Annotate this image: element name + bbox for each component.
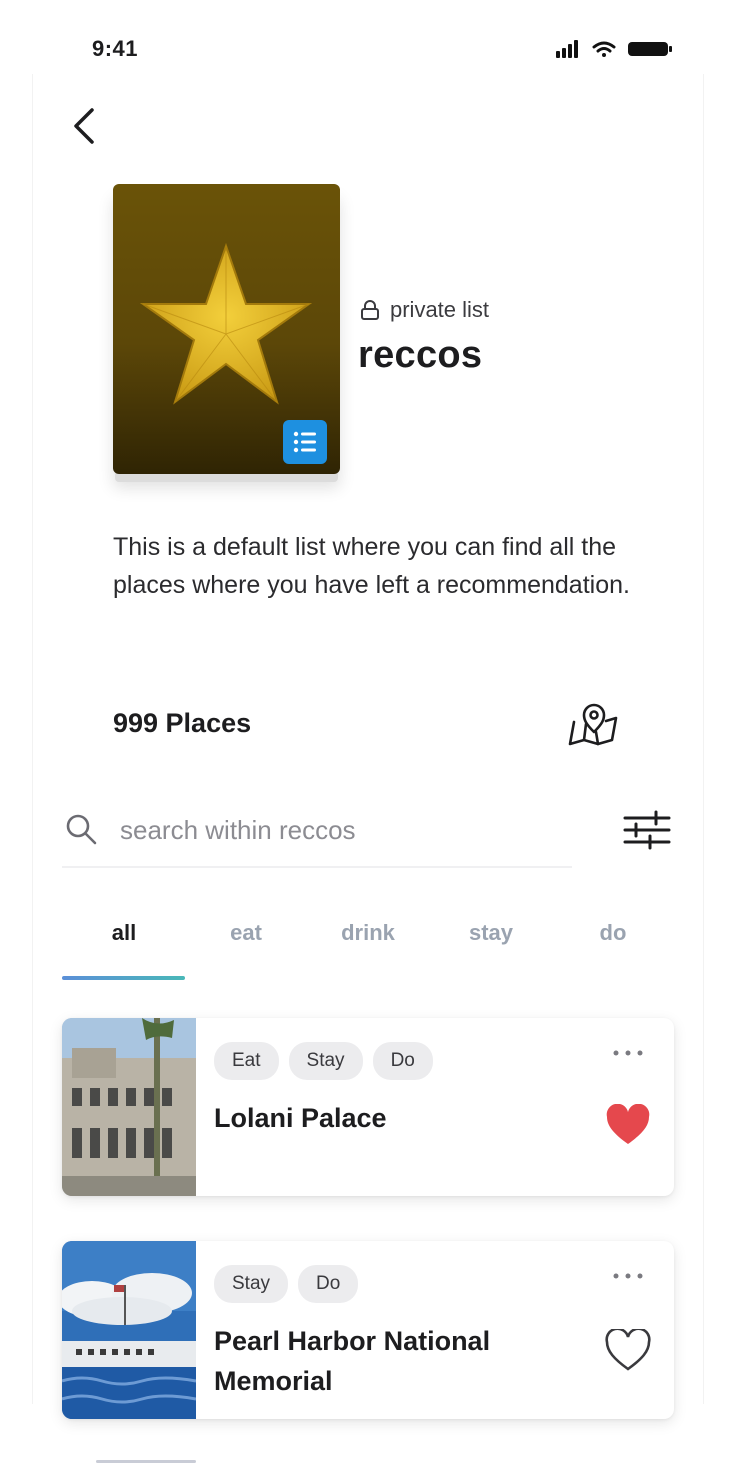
map-pin-icon[interactable] xyxy=(566,702,622,750)
wifi-icon xyxy=(592,41,616,57)
tab-do[interactable]: do xyxy=(551,920,675,946)
heart-icon[interactable] xyxy=(604,1104,652,1148)
place-image xyxy=(62,1018,196,1196)
place-name: Pearl Harbor National Memorial xyxy=(214,1326,491,1396)
tag-chip: Do xyxy=(372,1042,433,1080)
list-badge xyxy=(283,420,327,464)
place-name: Lolani Palace xyxy=(214,1103,387,1133)
heart-icon[interactable] xyxy=(604,1329,652,1373)
list-cover-image xyxy=(113,184,340,474)
more-icon[interactable] xyxy=(612,1046,644,1060)
search-underline xyxy=(62,866,572,868)
place-card[interactable]: Stay Do Pearl Harbor National Memorial xyxy=(62,1241,674,1419)
place-card[interactable]: Eat Stay Do Lolani Palace xyxy=(62,1018,674,1196)
sliders-icon[interactable] xyxy=(622,808,672,852)
tag-chip: Do xyxy=(298,1265,359,1303)
list-icon xyxy=(293,431,316,453)
tab-indicator xyxy=(62,976,185,980)
back-arrow-icon[interactable] xyxy=(66,104,106,148)
tab-all[interactable]: all xyxy=(62,920,186,946)
tag-list: Stay Do xyxy=(214,1265,359,1303)
place-image xyxy=(62,1241,196,1419)
battery-icon xyxy=(628,42,672,56)
search-icon xyxy=(66,814,97,845)
next-card-peek xyxy=(96,1460,196,1463)
status-icons xyxy=(556,40,672,58)
tab-stay[interactable]: stay xyxy=(429,920,553,946)
privacy-label: private list xyxy=(390,297,490,322)
list-description: This is a default list where you can fin… xyxy=(113,533,630,599)
tag-chip: Eat xyxy=(214,1042,279,1080)
signal-icon xyxy=(556,40,578,58)
lock-icon xyxy=(361,300,379,320)
tag-list: Eat Stay Do xyxy=(214,1042,433,1080)
list-title: reccos xyxy=(358,334,483,376)
tab-eat[interactable]: eat xyxy=(184,920,308,946)
places-count: 999 Places xyxy=(113,708,252,738)
search-input[interactable] xyxy=(118,808,562,852)
tag-chip: Stay xyxy=(288,1042,363,1080)
status-time: 9:41 xyxy=(92,36,139,61)
more-icon[interactable] xyxy=(612,1269,644,1283)
privacy-indicator: private list xyxy=(360,297,489,323)
tab-drink[interactable]: drink xyxy=(306,920,430,946)
tag-chip: Stay xyxy=(214,1265,289,1303)
